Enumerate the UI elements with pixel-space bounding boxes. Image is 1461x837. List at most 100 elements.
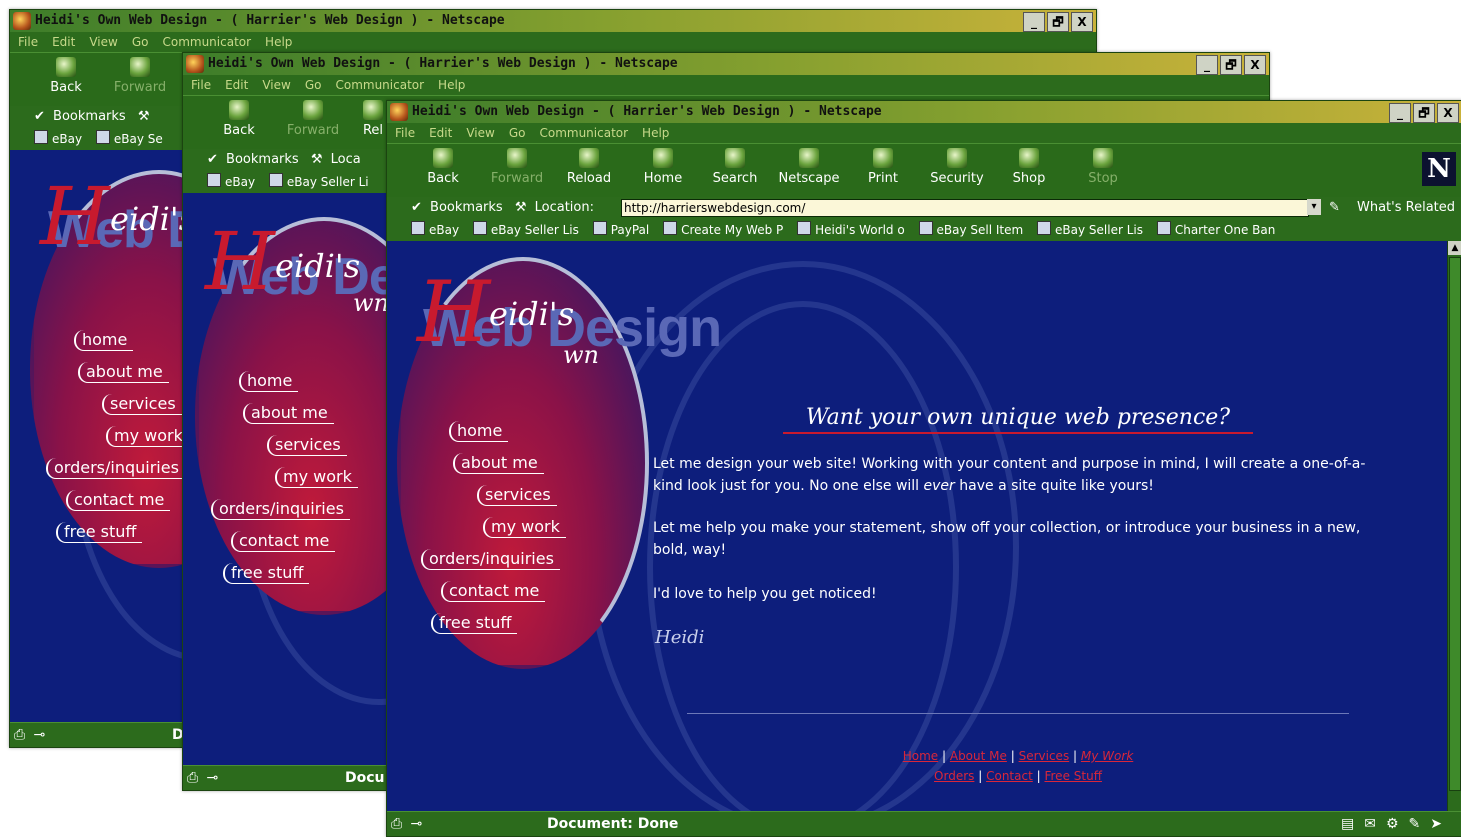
menu-file[interactable]: File: [18, 35, 38, 49]
menu-edit[interactable]: Edit: [225, 78, 248, 92]
stop-button[interactable]: Stop: [1073, 148, 1133, 186]
forward-button[interactable]: Forward: [110, 57, 170, 95]
nav-free-stuff[interactable]: free stuff: [431, 613, 518, 634]
nav-orders-inquiries[interactable]: orders/inquiries: [421, 549, 560, 570]
minimize-button[interactable]: _: [1196, 55, 1218, 75]
title-bar[interactable]: Heidi's Own Web Design - ( Harrier's Web…: [183, 53, 1269, 75]
title-bar[interactable]: Heidi's Own Web Design - ( Harrier's Web…: [10, 10, 1096, 32]
footer-orders-link[interactable]: Orders: [934, 769, 974, 783]
nav-my-work[interactable]: my work: [275, 467, 358, 488]
nav-orders-inquiries[interactable]: orders/inquiries: [46, 458, 185, 479]
browser-window-front[interactable]: Heidi's Own Web Design - ( Harrier's Web…: [386, 100, 1461, 837]
scroll-up-arrow[interactable]: ▲: [1448, 241, 1461, 255]
nav-home[interactable]: home: [239, 371, 299, 392]
footer-mywork-link[interactable]: My Work: [1081, 749, 1133, 763]
menu-file[interactable]: File: [395, 126, 415, 140]
ebay-sell-item-bookmark[interactable]: eBay Sell Item: [918, 221, 1023, 237]
menu-go[interactable]: Go: [132, 35, 149, 49]
ebay-seller-bookmark[interactable]: eBay Seller Li: [268, 173, 369, 189]
component-bar-icons[interactable]: ▤✉⚙✎➤: [1341, 812, 1452, 836]
menu-view[interactable]: View: [262, 78, 290, 92]
url-input[interactable]: http://harrierswebdesign.com/: [621, 199, 1309, 217]
maximize-button[interactable]: 🗗: [1047, 12, 1069, 32]
menu-view[interactable]: View: [89, 35, 117, 49]
forward-button[interactable]: Forward: [487, 148, 547, 186]
nav-about-me[interactable]: about me: [243, 403, 334, 424]
menu-go[interactable]: Go: [509, 126, 526, 140]
nav-my-work[interactable]: my work: [483, 517, 566, 538]
vertical-scrollbar[interactable]: ▲: [1447, 241, 1461, 812]
whats-related-button[interactable]: What's Related: [1357, 197, 1455, 219]
nav-home[interactable]: home: [449, 421, 509, 442]
back-button[interactable]: Back: [413, 148, 473, 186]
back-button[interactable]: Back: [209, 100, 269, 138]
menu-edit[interactable]: Edit: [429, 126, 452, 140]
nav-services[interactable]: services: [102, 394, 182, 415]
heidis-world-bookmark[interactable]: Heidi's World o: [797, 221, 905, 237]
menu-communicator[interactable]: Communicator: [539, 126, 628, 140]
print-button[interactable]: Print: [853, 148, 913, 186]
close-button[interactable]: X: [1071, 12, 1093, 32]
nav-about-me[interactable]: about me: [78, 362, 169, 383]
menu-help[interactable]: Help: [265, 35, 292, 49]
nav-contact-me[interactable]: contact me: [231, 531, 336, 552]
menu-go[interactable]: Go: [305, 78, 322, 92]
nav-contact-me[interactable]: contact me: [441, 581, 546, 602]
menu-file[interactable]: File: [191, 78, 211, 92]
footer-about-link[interactable]: About Me: [950, 749, 1007, 763]
ebay-bookmark[interactable]: eBay: [207, 173, 255, 189]
forward-button[interactable]: Forward: [283, 100, 343, 138]
menu-help[interactable]: Help: [642, 126, 669, 140]
menu-view[interactable]: View: [466, 126, 494, 140]
url-dropdown-button[interactable]: ▾: [1307, 199, 1321, 215]
scroll-thumb[interactable]: [1449, 257, 1461, 791]
footer-contact-link[interactable]: Contact: [986, 769, 1033, 783]
paypal-bookmark[interactable]: PayPal: [592, 221, 649, 237]
navigation-toolbar: Back Forward Reload Home Search Netscape…: [387, 143, 1461, 199]
netscape-button[interactable]: Netscape: [777, 148, 841, 186]
security-button[interactable]: Security: [925, 148, 989, 186]
footer-services-link[interactable]: Services: [1019, 749, 1070, 763]
security-lock-icon[interactable]: ⎙: [187, 770, 198, 786]
ebay-bookmark[interactable]: eBay: [411, 221, 459, 237]
security-lock-icon[interactable]: ⎙: [391, 816, 402, 832]
bookmarks-button[interactable]: Bookmarks: [53, 109, 126, 124]
menu-communicator[interactable]: Communicator: [335, 78, 424, 92]
security-lock-icon[interactable]: ⎙: [14, 727, 25, 743]
nav-my-work[interactable]: my work: [106, 426, 189, 447]
nav-free-stuff[interactable]: free stuff: [56, 522, 143, 543]
title-bar[interactable]: Heidi's Own Web Design - ( Harrier's Web…: [387, 101, 1461, 123]
menu-communicator[interactable]: Communicator: [162, 35, 251, 49]
maximize-button[interactable]: 🗗: [1413, 103, 1435, 123]
ebay-bookmark[interactable]: eBay: [34, 130, 82, 146]
reload-button[interactable]: Reload: [559, 148, 619, 186]
minimize-button[interactable]: _: [1389, 103, 1411, 123]
bookmarks-button[interactable]: Bookmarks: [226, 152, 299, 167]
charter-one-bookmark[interactable]: Charter One Ban: [1156, 221, 1275, 237]
ebay-seller-list-bookmark[interactable]: eBay Seller Lis: [1037, 221, 1143, 237]
maximize-button[interactable]: 🗗: [1220, 55, 1242, 75]
nav-free-stuff[interactable]: free stuff: [223, 563, 310, 584]
menu-edit[interactable]: Edit: [52, 35, 75, 49]
nav-home[interactable]: home: [74, 330, 134, 351]
home-button[interactable]: Home: [633, 148, 693, 186]
nav-about-me[interactable]: about me: [453, 453, 544, 474]
create-my-web-bookmark[interactable]: Create My Web P: [663, 221, 783, 237]
nav-services[interactable]: services: [477, 485, 557, 506]
search-button[interactable]: Search: [705, 148, 765, 186]
shop-button[interactable]: Shop: [999, 148, 1059, 186]
netscape-logo-icon[interactable]: N: [1422, 152, 1456, 186]
menu-help[interactable]: Help: [438, 78, 465, 92]
ebay-seller-bookmark[interactable]: eBay Seller Lis: [472, 221, 579, 237]
nav-orders-inquiries[interactable]: orders/inquiries: [211, 499, 350, 520]
close-button[interactable]: X: [1437, 103, 1459, 123]
nav-contact-me[interactable]: contact me: [66, 490, 171, 511]
close-button[interactable]: X: [1244, 55, 1266, 75]
ebay-seller-bookmark[interactable]: eBay Se: [95, 130, 163, 146]
bookmarks-button[interactable]: Bookmarks: [430, 200, 503, 215]
minimize-button[interactable]: _: [1023, 12, 1045, 32]
back-button[interactable]: Back: [36, 57, 96, 95]
footer-home-link[interactable]: Home: [903, 749, 938, 763]
footer-freestuff-link[interactable]: Free Stuff: [1044, 769, 1101, 783]
nav-services[interactable]: services: [267, 435, 347, 456]
